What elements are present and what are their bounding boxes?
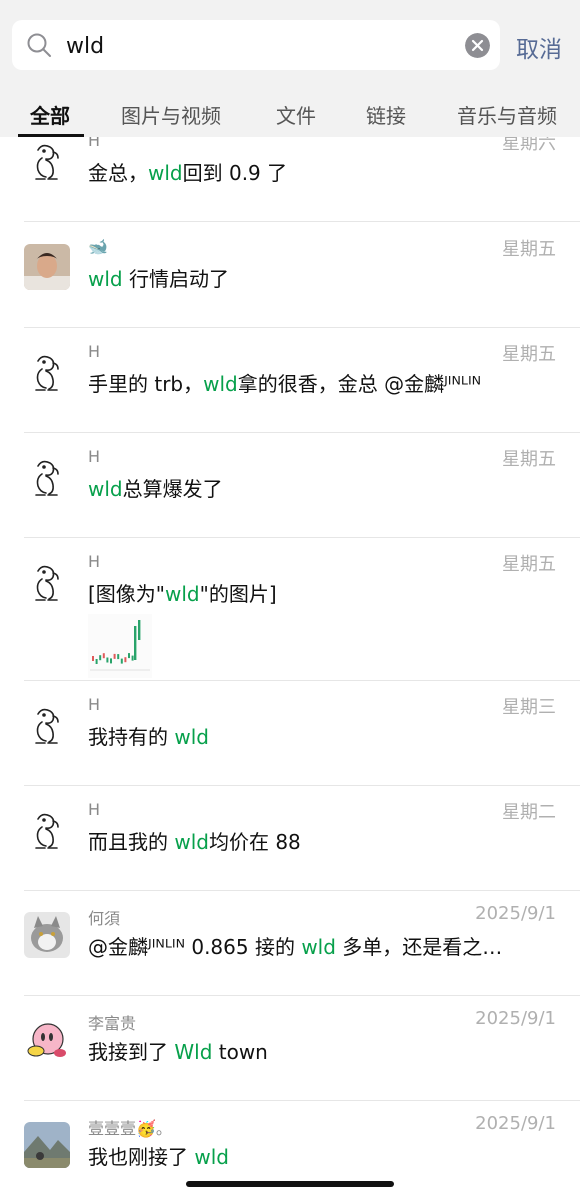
keyword-highlight: wld (174, 725, 209, 749)
search-result-item[interactable]: 李富贵 2025/9/1 我接到了 Wld town (0, 996, 580, 1101)
tab-music-audio[interactable]: 音乐与音频 (457, 100, 557, 129)
dog-sketch-icon[interactable] (24, 702, 70, 748)
keyword-highlight: Wld (174, 1040, 213, 1064)
search-result-item[interactable]: 🐋 星期五 wld 行情启动了 (0, 223, 580, 328)
search-header: 取消 全部 图片与视频 文件 链接 音乐与音频 (0, 0, 580, 137)
snippet-text: @金麟ᴶᴵᴺᴸᴵᴺ 0.865 接的 (88, 935, 302, 959)
snippet-text: 多单，还是看之… (335, 935, 503, 959)
snippet-text: 回到 0.9 了 (182, 161, 288, 185)
tab-links[interactable]: 链接 (366, 100, 406, 129)
cat-photo-avatar[interactable] (24, 912, 70, 958)
dog-sketch-icon[interactable] (24, 138, 70, 184)
clear-icon[interactable] (465, 33, 490, 58)
search-result-item[interactable]: H 星期五 wld总算爆发了 (0, 433, 580, 538)
landscape-photo-avatar[interactable] (24, 1122, 70, 1168)
tab-all[interactable]: 全部 (30, 100, 70, 129)
tab-images-videos[interactable]: 图片与视频 (121, 100, 221, 129)
search-input[interactable] (66, 30, 446, 62)
keyword-highlight: wld (165, 582, 200, 606)
sender-name: H (88, 695, 101, 714)
tab-files[interactable]: 文件 (276, 100, 316, 129)
sender-name: H (88, 552, 101, 571)
snippet-text: [图像为" (88, 582, 166, 606)
home-indicator (186, 1181, 394, 1187)
message-snippet: [图像为"wld"的图片] (88, 578, 558, 607)
dog-sketch-icon[interactable] (24, 454, 70, 500)
message-time: 星期六 (502, 137, 556, 154)
snippet-text: 我接到了 (88, 1040, 175, 1064)
message-snippet: 金总，wld回到 0.9 了 (88, 157, 558, 186)
sender-name: 🐋 (88, 237, 108, 256)
message-time: 星期五 (502, 239, 556, 260)
sender-name: 壹壹壹🥳。 (88, 1119, 172, 1138)
keyword-highlight: wld (203, 372, 238, 396)
search-result-item[interactable]: H 星期六金总，wld回到 0.9 了 (0, 137, 580, 222)
message-snippet: 我接到了 Wld town (88, 1036, 558, 1065)
keyword-highlight: wld (88, 477, 123, 501)
keyword-highlight: wld (174, 830, 209, 854)
sender-name: 何須 (88, 909, 121, 928)
search-result-item[interactable]: H 星期五手里的 trb，wld拿的很香，金总 @金麟ᴶᴵᴺᴸᴵᴺ (0, 328, 580, 433)
keyword-highlight: wld (301, 935, 336, 959)
snippet-text: 我持有的 (88, 725, 175, 749)
message-snippet: 我也刚接了 wld (88, 1141, 558, 1170)
message-snippet: wld 行情启动了 (88, 263, 558, 292)
snippet-text: 行情启动了 (122, 267, 229, 291)
search-results-list[interactable]: H 星期六 金总，wld回到 0.9 了 🐋 星期五 wld 行情启动了 H 星期五 手里的 t… (0, 137, 580, 1200)
dog-sketch-icon[interactable] (24, 559, 70, 605)
search-result-item[interactable]: H 星期五 [图像为"wld"的图片] (0, 538, 580, 681)
row-divider (24, 221, 580, 222)
search-icon (27, 33, 51, 57)
sender-name: H (88, 137, 101, 150)
message-time: 星期三 (502, 697, 556, 718)
chart-image-thumbnail[interactable] (88, 614, 152, 678)
kirby-avatar[interactable] (24, 1017, 70, 1063)
snippet-text: 而且我的 (88, 830, 175, 854)
sender-name: H (88, 800, 101, 819)
snippet-text: 手里的 trb， (88, 372, 204, 396)
snippet-text: 金总， (88, 161, 148, 185)
message-snippet: wld总算爆发了 (88, 473, 558, 502)
message-time: 2025/9/1 (475, 1113, 556, 1134)
snippet-text: 总算爆发了 (122, 477, 223, 501)
keyword-highlight: wld (148, 161, 183, 185)
snippet-text: 拿的很香，金总 @金麟ᴶᴵᴺᴸᴵᴺ (237, 372, 482, 396)
message-snippet: 手里的 trb，wld拿的很香，金总 @金麟ᴶᴵᴺᴸᴵᴺ (88, 368, 558, 397)
sender-name: H (88, 447, 101, 466)
dog-sketch-icon[interactable] (24, 807, 70, 853)
search-result-item[interactable]: 何須 2025/9/1 @金麟ᴶᴵᴺᴸᴵᴺ 0.865 接的 wld 多单，还是看之… (0, 891, 580, 996)
sender-name: 李富贵 (88, 1014, 137, 1033)
snippet-text: "的图片] (199, 582, 277, 606)
cancel-button[interactable]: 取消 (516, 30, 562, 64)
message-time: 2025/9/1 (475, 1008, 556, 1029)
message-snippet: 我持有的 wld (88, 721, 558, 750)
message-time: 星期二 (502, 802, 556, 823)
snippet-text: 我也刚接了 (88, 1145, 195, 1169)
message-time: 星期五 (502, 344, 556, 365)
keyword-highlight: wld (88, 267, 123, 291)
message-time: 2025/9/1 (475, 903, 556, 924)
filter-tabs: 全部 图片与视频 文件 链接 音乐与音频 (0, 96, 580, 137)
man-photo-avatar[interactable] (24, 244, 70, 290)
message-snippet: @金麟ᴶᴵᴺᴸᴵᴺ 0.865 接的 wld 多单，还是看之… (88, 931, 558, 960)
dog-sketch-icon[interactable] (24, 349, 70, 395)
keyword-highlight: wld (194, 1145, 229, 1169)
sender-name: H (88, 342, 101, 361)
message-time: 星期五 (502, 554, 556, 575)
message-snippet: 而且我的 wld均价在 88 (88, 826, 558, 855)
search-result-item[interactable]: H 星期三我持有的 wld (0, 681, 580, 786)
message-time: 星期五 (502, 449, 556, 470)
search-result-item[interactable]: H 星期二而且我的 wld均价在 88 (0, 786, 580, 891)
snippet-text: town (212, 1040, 268, 1064)
snippet-text: 均价在 88 (208, 830, 301, 854)
